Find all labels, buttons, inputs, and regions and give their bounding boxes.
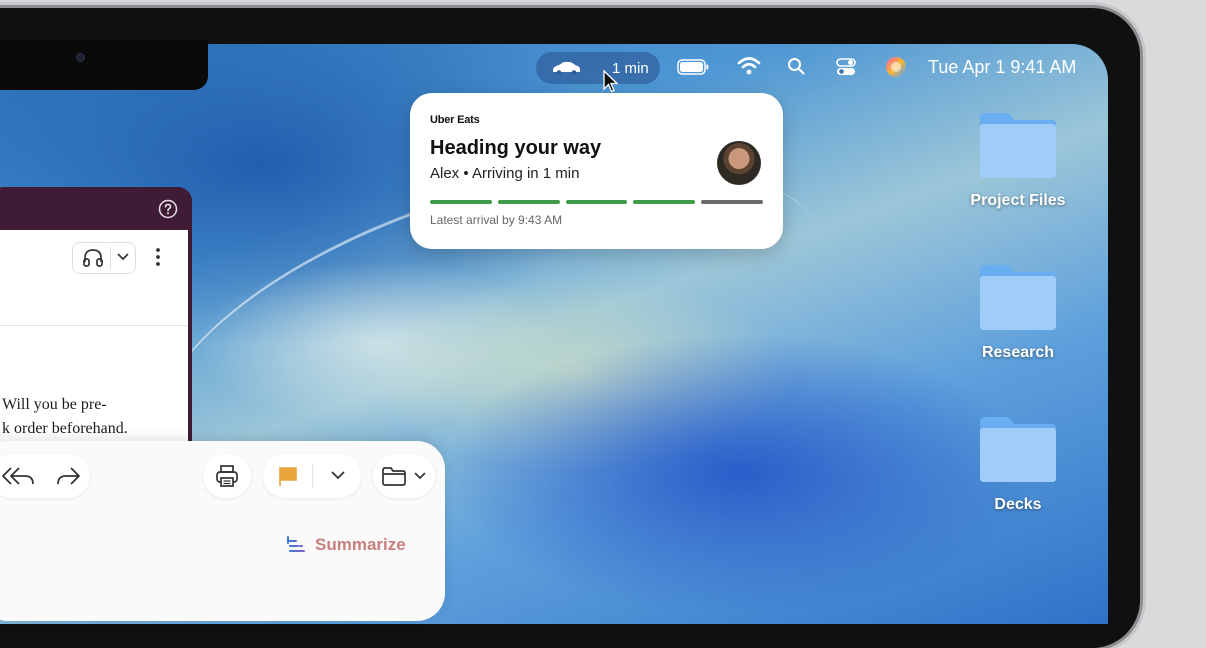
chevron-down-icon	[117, 253, 129, 261]
folder-decks[interactable]: Decks	[958, 414, 1078, 514]
headphones-icon	[83, 249, 103, 267]
reply-all-icon[interactable]	[0, 464, 36, 488]
folder-icon	[980, 113, 1056, 178]
reply-forward-group	[0, 454, 90, 498]
search-icon[interactable]	[787, 57, 805, 75]
folder-research[interactable]: Research	[958, 262, 1078, 362]
live-activity-notification[interactable]: Uber Eats Heading your way Alex • Arrivi…	[410, 93, 783, 249]
notification-subtitle: Alex • Arriving in 1 min	[430, 165, 580, 182]
forward-icon[interactable]	[54, 464, 82, 488]
more-options-icon[interactable]	[152, 247, 164, 267]
chevron-down-icon	[414, 472, 426, 480]
car-icon	[553, 61, 580, 75]
help-icon[interactable]	[158, 199, 178, 219]
siri-icon[interactable]	[885, 56, 907, 78]
message-text-line: k order beforehand.	[2, 420, 128, 437]
control-center-icon[interactable]	[836, 57, 856, 77]
app-name: Uber Eats	[430, 114, 480, 126]
progress-segment	[430, 200, 492, 204]
folder-icon	[980, 265, 1056, 330]
flag-group	[263, 454, 361, 498]
progress-segment	[701, 200, 763, 204]
chevron-down-icon[interactable]	[331, 471, 345, 480]
folder-label: Project Files	[970, 192, 1066, 209]
folder-label: Research	[981, 344, 1055, 361]
delivery-progress-bar	[430, 200, 763, 204]
progress-segment	[633, 200, 696, 204]
folder-icon	[980, 417, 1056, 482]
driver-avatar	[717, 141, 761, 185]
live-activity-pill[interactable]: 1 min	[536, 52, 660, 84]
summarize-icon	[287, 536, 305, 552]
folder-label: Decks	[994, 496, 1042, 513]
flag-icon[interactable]	[277, 465, 299, 487]
printer-icon	[216, 465, 238, 487]
menu-clock[interactable]: Tue Apr 1 9:41 AM	[928, 57, 1076, 78]
battery-icon[interactable]	[677, 59, 709, 75]
huddle-button[interactable]	[72, 242, 136, 274]
summarize-button[interactable]: Summarize	[285, 534, 406, 556]
folder-project-files[interactable]: Project Files	[958, 110, 1078, 210]
progress-segment	[497, 200, 560, 204]
summarize-label: Summarize	[315, 535, 406, 554]
message-text-line: Will you be pre-	[2, 396, 107, 413]
notification-title: Heading your way	[430, 137, 602, 159]
divider	[0, 325, 188, 326]
wifi-icon[interactable]	[737, 56, 761, 76]
print-button[interactable]	[203, 454, 251, 498]
mouse-pointer-icon	[603, 70, 619, 93]
move-to-folder-button[interactable]	[373, 454, 435, 498]
progress-segment	[565, 200, 628, 204]
latest-arrival-text: Latest arrival by 9:43 AM	[430, 213, 563, 227]
folder-icon	[382, 467, 406, 486]
